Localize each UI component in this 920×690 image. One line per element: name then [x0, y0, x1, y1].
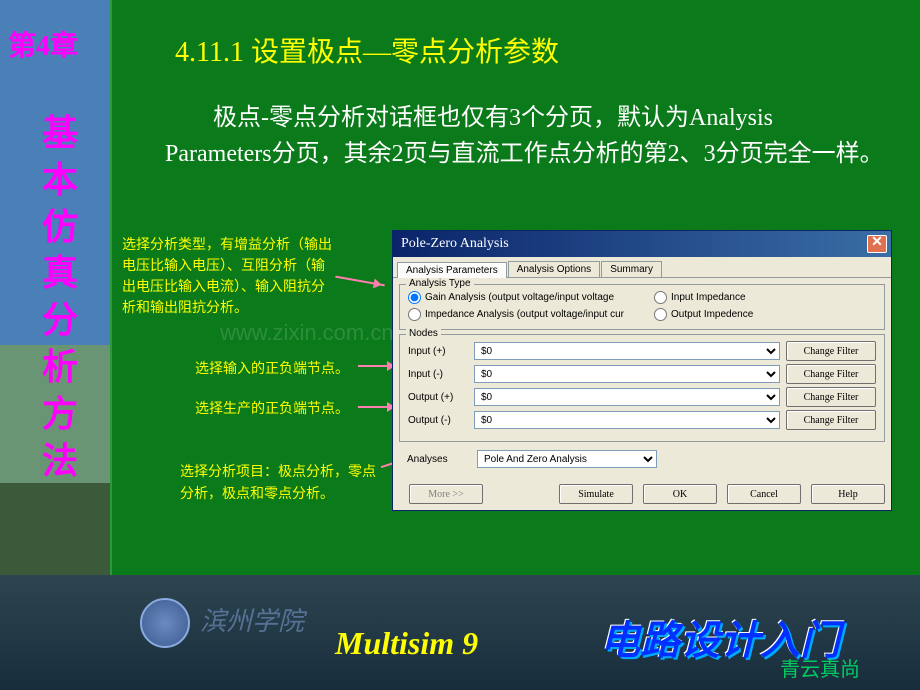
output-n-select[interactable]: $0 — [474, 411, 780, 429]
radio-input[interactable] — [408, 291, 421, 304]
node-label: Input (+) — [408, 346, 468, 357]
tab-summary[interactable]: Summary — [601, 261, 662, 277]
radio-gain-analysis[interactable]: Gain Analysis (output voltage/input volt… — [408, 291, 624, 304]
input-p-select[interactable]: $0 — [474, 342, 780, 360]
change-filter-button[interactable]: Change Filter — [786, 410, 876, 430]
university-name: 滨州学院 — [200, 601, 304, 638]
analyses-select[interactable]: Pole And Zero Analysis — [477, 450, 657, 468]
nodes-fieldset: Nodes Input (+) $0 Change Filter Input (… — [399, 334, 885, 442]
chapter-label: 第4章 — [8, 24, 78, 64]
radio-input[interactable] — [654, 291, 667, 304]
change-filter-button[interactable]: Change Filter — [786, 341, 876, 361]
radio-input[interactable] — [654, 308, 667, 321]
university-logo-icon — [140, 598, 190, 648]
tab-analysis-parameters[interactable]: Analysis Parameters — [397, 262, 507, 278]
annotation-input-nodes: 选择输入的正负端节点。 — [195, 358, 349, 378]
vertical-title: 基本仿真分析方法 — [40, 110, 80, 484]
nodes-legend: Nodes — [406, 328, 441, 339]
node-row-output-n: Output (-) $0 Change Filter — [408, 410, 876, 430]
analyses-row: Analyses Pole And Zero Analysis — [399, 446, 885, 472]
simulate-button[interactable]: Simulate — [559, 484, 633, 504]
input-n-select[interactable]: $0 — [474, 365, 780, 383]
node-label: Output (+) — [408, 392, 468, 403]
dialog-titlebar[interactable]: Pole-Zero Analysis ✕ — [393, 231, 891, 257]
analyses-label: Analyses — [407, 454, 467, 465]
close-icon: ✕ — [871, 235, 883, 250]
radio-label: Impedance Analysis (output voltage/input… — [425, 309, 624, 320]
ok-button[interactable]: OK — [643, 484, 717, 504]
more-button[interactable]: More >> — [409, 484, 483, 504]
radio-label: Output Impedence — [671, 309, 753, 320]
multisim-label: Multisim 9 — [335, 625, 478, 662]
annotation-analyses: 选择分析项目：极点分析，零点分析，极点和零点分析。 — [180, 462, 380, 507]
radio-label: Gain Analysis (output voltage/input volt… — [425, 292, 614, 303]
output-p-select[interactable]: $0 — [474, 388, 780, 406]
body-text: 极点-零点分析对话框也仅有3个分页，默认为Analysis Parameters… — [165, 100, 885, 172]
node-label: Output (-) — [408, 415, 468, 426]
radio-input[interactable] — [408, 308, 421, 321]
tab-analysis-options[interactable]: Analysis Options — [508, 261, 600, 277]
change-filter-button[interactable]: Change Filter — [786, 364, 876, 384]
radio-input-impedance[interactable]: Input Impedance — [654, 291, 753, 304]
node-row-input-p: Input (+) $0 Change Filter — [408, 341, 876, 361]
pole-zero-dialog: Pole-Zero Analysis ✕ Analysis Parameters… — [392, 230, 892, 511]
radio-output-impedance[interactable]: Output Impedence — [654, 308, 753, 321]
radio-impedance-analysis[interactable]: Impedance Analysis (output voltage/input… — [408, 308, 624, 321]
annotation-analysis-type: 选择分析类型，有增益分析（输出电压比输入电压）、互阻分析（输出电压比输入电流）、… — [122, 235, 337, 319]
tab-bar: Analysis Parameters Analysis Options Sum… — [393, 257, 891, 278]
node-row-output-p: Output (+) $0 Change Filter — [408, 387, 876, 407]
radio-label: Input Impedance — [671, 292, 746, 303]
section-title: 4.11.1 设置极点—零点分析参数 — [175, 30, 559, 70]
node-label: Input (-) — [408, 369, 468, 380]
close-button[interactable]: ✕ — [867, 235, 887, 253]
footer-subtext: 青云真尚 — [780, 653, 860, 682]
analysis-type-fieldset: Analysis Type Gain Analysis (output volt… — [399, 284, 885, 330]
analysis-type-legend: Analysis Type — [406, 278, 474, 289]
node-row-input-n: Input (-) $0 Change Filter — [408, 364, 876, 384]
dialog-button-row: More >> Simulate OK Cancel Help — [393, 478, 891, 510]
help-button[interactable]: Help — [811, 484, 885, 504]
dialog-title: Pole-Zero Analysis — [401, 236, 509, 252]
change-filter-button[interactable]: Change Filter — [786, 387, 876, 407]
cancel-button[interactable]: Cancel — [727, 484, 801, 504]
dialog-body: Analysis Type Gain Analysis (output volt… — [393, 278, 891, 478]
annotation-output-nodes: 选择生产的正负端节点。 — [195, 398, 349, 418]
